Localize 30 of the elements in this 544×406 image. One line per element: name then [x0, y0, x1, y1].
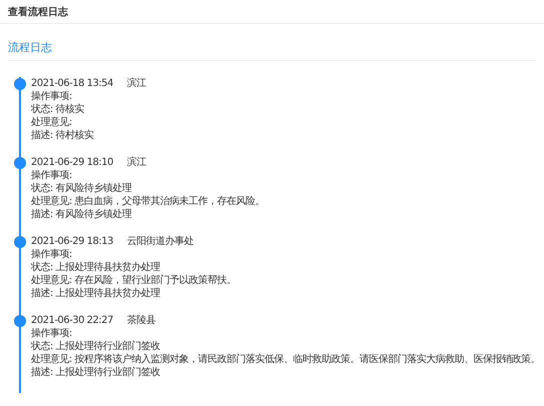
entry-detail: 状态: 上报处理待县扶贫办处理	[31, 261, 160, 274]
section-title: 流程日志	[8, 41, 52, 54]
entry-detail: 描述: 待村核实	[31, 129, 94, 142]
entry-org: 云阳街道办事处	[127, 235, 194, 248]
entry-time: 2021-06-29 18:13	[31, 235, 114, 248]
entry-time: 2021-06-29 18:10	[31, 156, 114, 169]
entry-time: 2021-06-30 22:27	[31, 314, 114, 327]
entry-detail: 操作事项:	[31, 169, 72, 182]
entry-detail: 操作事项:	[31, 327, 72, 340]
entry-org: 滨江	[127, 77, 146, 90]
entry-detail: 状态: 有风险待乡镇处理	[31, 182, 132, 195]
entry-detail: 处理意见: 按程序将该户纳入监测对象，请民政部门落实低保、临时救助政策。请医保部门落实大病救助、医保报销政策。	[31, 353, 540, 366]
timeline-dot	[14, 315, 26, 327]
entry-detail: 处理意见: 存在风险，望行业部门予以政策帮扶。	[31, 274, 236, 287]
entry-org: 滨江	[127, 156, 146, 169]
entry-detail: 处理意见:	[31, 116, 72, 129]
entry-detail: 描述: 上报处理待行业部门签收	[31, 366, 160, 379]
timeline-dot	[14, 157, 26, 169]
entry-detail: 描述: 有风险待乡镇处理	[31, 208, 132, 221]
entry-detail: 处理意见: 患白血病，父母带其治病未工作，存在风险。	[31, 195, 265, 208]
entry-time: 2021-06-18 13:54	[31, 77, 114, 90]
entry-detail: 状态: 上报处理待行业部门签收	[31, 340, 160, 353]
timeline-dot	[14, 78, 26, 90]
window-title: 查看流程日志	[8, 5, 68, 18]
entry-detail: 状态: 待核实	[31, 103, 84, 116]
timeline-dot	[14, 236, 26, 248]
entry-detail: 描述: 上报处理待县扶贫办处理	[31, 287, 160, 300]
entry-detail: 操作事项:	[31, 248, 72, 261]
entry-detail: 操作事项:	[31, 90, 72, 103]
entry-org: 茶陵县	[127, 314, 156, 327]
